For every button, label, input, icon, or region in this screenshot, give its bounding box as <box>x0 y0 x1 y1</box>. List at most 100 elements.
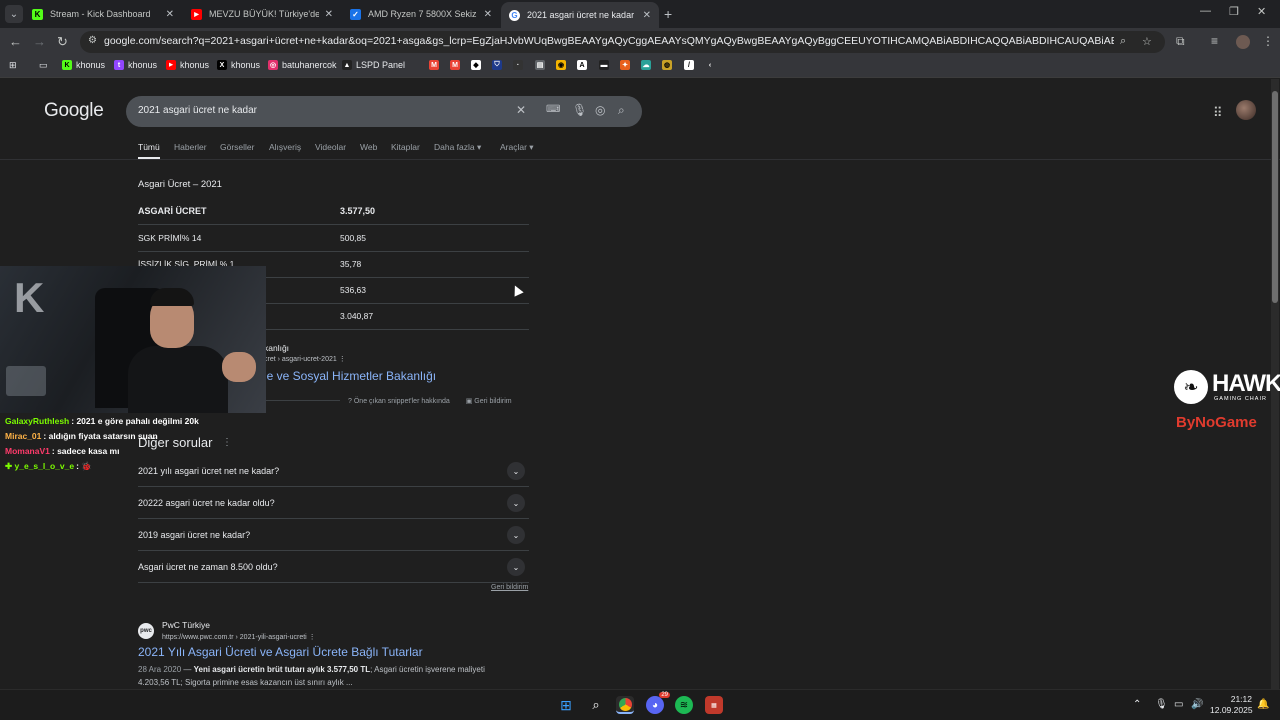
tab-google-search[interactable]: G 2021 asgari ücret ne kadar - Go ✕ <box>501 2 659 28</box>
bookmark-icon[interactable]: A <box>577 60 591 70</box>
app-icon[interactable]: ▦ <box>705 696 723 714</box>
featured-source-link[interactable]: le ve Sosyal Hizmetler Bakanlığı <box>264 369 436 383</box>
result-title-link[interactable]: 2021 Yılı Asgari Ücreti ve Asgari Ücrete… <box>138 645 423 659</box>
google-apps-icon[interactable]: ⠿ <box>1213 105 1223 121</box>
microphone-icon[interactable]: 🎙 <box>572 103 587 117</box>
gmail-icon[interactable]: M <box>429 60 443 70</box>
bookmark-lspd-panel[interactable]: ▲ LSPD Panel <box>342 60 405 70</box>
tab-tools[interactable]: Araçlar ▾ <box>500 142 534 153</box>
paa-question[interactable]: 2019 asgari ücret ne kadar? ⌄ <box>138 519 529 551</box>
window-close-button[interactable]: ✕ <box>1257 5 1266 18</box>
close-icon[interactable]: ✕ <box>643 10 651 21</box>
avatar[interactable] <box>1236 100 1256 120</box>
tab-books[interactable]: Kitaplar <box>391 142 420 152</box>
microphone-icon[interactable]: 🎙 <box>1155 699 1168 710</box>
folder-icon[interactable]: ▭ <box>39 60 48 71</box>
paa-question[interactable]: 20222 asgari ücret ne kadar oldu? ⌄ <box>138 487 529 519</box>
close-icon[interactable]: ✕ <box>484 9 492 20</box>
bookmark-kick[interactable]: Kkhonus <box>62 60 105 70</box>
system-clock[interactable]: 21:12 12.09.2025 <box>1210 694 1253 716</box>
address-bar[interactable]: ⚙ google.com/search?q=2021+asgari+ücret+… <box>80 31 1165 53</box>
menu-kebab-icon[interactable]: ⋮ <box>1262 34 1274 48</box>
bookmark-instagram[interactable]: ◎ batuhanercok <box>268 60 337 70</box>
keyboard-icon[interactable]: ⌨ <box>546 104 560 115</box>
chevron-down-icon[interactable]: ⌄ <box>507 494 525 512</box>
tab-shopping[interactable]: Alışveriş <box>269 142 301 152</box>
chevron-down-icon[interactable]: ⌄ <box>507 462 525 480</box>
extensions-icon[interactable]: ⧉ <box>1176 34 1185 49</box>
divider <box>264 400 340 401</box>
bookmark-icon[interactable]: ▬ <box>599 60 613 70</box>
search-input[interactable]: 2021 asgari ücret ne kadar <box>138 105 257 116</box>
chevron-left-icon[interactable]: ‹ <box>705 60 719 70</box>
tab-kick-dashboard[interactable]: K Stream - Kick Dashboard ✕ <box>24 2 182 26</box>
tab-web[interactable]: Web <box>360 142 377 152</box>
spotify-icon[interactable]: ≋ <box>675 696 693 714</box>
paa-question[interactable]: Asgari ücret ne zaman 8.500 oldu? ⌄ <box>138 551 529 583</box>
notification-bell-icon[interactable]: 🔔 <box>1257 699 1269 710</box>
search-icon[interactable]: ⌕ <box>618 103 625 118</box>
restore-button[interactable]: ❐ <box>1229 5 1239 18</box>
tab-videos[interactable]: Videolar <box>315 142 346 152</box>
tab-all[interactable]: Tümü <box>138 142 160 152</box>
bookmark-icon[interactable]: ✦ <box>620 60 634 70</box>
shield-icon[interactable]: ⛉ <box>492 60 506 70</box>
search-box[interactable]: 2021 asgari ücret ne kadar ✕ ⌨ 🎙 ◎ ⌕ <box>126 96 642 127</box>
featured-source-name: kanlığı <box>264 343 290 353</box>
lens-icon[interactable]: ◎ <box>595 103 605 117</box>
bookmark-icon[interactable]: · <box>513 60 527 70</box>
apps-grid-icon[interactable]: ⊞ <box>9 60 17 71</box>
back-button[interactable]: ← <box>9 34 22 49</box>
result-site-name[interactable]: PwC Türkiye <box>162 620 210 630</box>
bookmark-icon[interactable]: / <box>684 60 698 70</box>
network-icon[interactable]: ▭ <box>1174 699 1183 710</box>
bookmark-icon[interactable]: ◉ <box>556 60 570 70</box>
gmail-icon[interactable]: M <box>450 60 464 70</box>
minimize-button[interactable]: — <box>1200 5 1211 17</box>
site-info-icon[interactable]: ⚙ <box>88 35 97 46</box>
bookmark-star-icon[interactable]: ☆ <box>1142 35 1152 48</box>
chevron-down-icon[interactable]: ⌄ <box>507 526 525 544</box>
bookmark-twitch[interactable]: t khonus <box>114 60 157 70</box>
bookmark-icon[interactable]: ◆ <box>471 60 485 70</box>
bookmark-x[interactable]: Xkhonus <box>217 60 260 70</box>
zoom-icon[interactable]: ⌕ <box>1120 35 1126 48</box>
bookmark-youtube[interactable]: ▶ khonus <box>166 60 209 70</box>
about-snippets-link[interactable]: Öne çıkan snippet'ler hakkında <box>354 398 450 405</box>
discord-icon[interactable]: ◕ 29 <box>646 692 670 714</box>
tab-more[interactable]: Daha fazla ▾ <box>434 142 481 153</box>
more-options-icon[interactable]: ⋮ <box>309 634 316 641</box>
more-options-icon[interactable]: ⋮ <box>222 437 232 448</box>
new-tab-button[interactable]: + <box>664 6 672 22</box>
tab-search-button[interactable]: ⌄ <box>5 5 23 23</box>
clear-icon[interactable]: ✕ <box>516 103 526 117</box>
chevron-up-icon[interactable]: ⌃ <box>1133 699 1141 710</box>
forward-button[interactable]: → <box>33 34 46 49</box>
profile-avatar[interactable] <box>1236 35 1250 49</box>
scrollbar-thumb[interactable] <box>1272 91 1278 303</box>
tab-amd-ryzen[interactable]: ✓ AMD Ryzen 7 5800X Sekiz Çek ✕ <box>342 2 500 26</box>
feedback-link[interactable]: Geri bildirim <box>474 398 511 405</box>
address-url[interactable]: google.com/search?q=2021+asgari+ücret+ne… <box>104 35 1114 47</box>
kick-icon: K <box>62 60 72 70</box>
windows-start-icon[interactable]: ⊞ <box>557 696 575 714</box>
reload-button[interactable]: ↻ <box>57 34 68 50</box>
google-logo[interactable]: Google <box>44 100 104 122</box>
more-options-icon[interactable]: ⋮ <box>339 356 346 363</box>
table-row: ASGARİ ÜCRET 3.577,50 <box>138 199 529 225</box>
chrome-icon[interactable] <box>616 696 634 714</box>
search-icon[interactable]: ⌕ <box>587 696 605 714</box>
chevron-down-icon[interactable]: ⌄ <box>507 558 525 576</box>
bookmark-icon[interactable]: ◍ <box>662 60 676 70</box>
tab-images[interactable]: Görseller <box>220 142 254 152</box>
close-icon[interactable]: ✕ <box>325 9 333 20</box>
sheet-icon[interactable]: ▤ <box>535 60 549 70</box>
tab-news[interactable]: Haberler <box>174 142 207 152</box>
close-icon[interactable]: ✕ <box>166 9 174 20</box>
volume-icon[interactable]: 🔊 <box>1191 699 1203 710</box>
chat-message: MomanaV1: sadece kasa mı <box>5 446 120 456</box>
tab-youtube[interactable]: ▶ MEVZU BÜYÜK! Türkiye'deki M ✕ <box>183 2 341 26</box>
media-control-icon[interactable]: ≡ <box>1211 34 1218 48</box>
bookmark-icon[interactable]: ☁ <box>641 60 655 70</box>
paa-feedback-link[interactable]: Geri bildirim <box>491 584 528 591</box>
